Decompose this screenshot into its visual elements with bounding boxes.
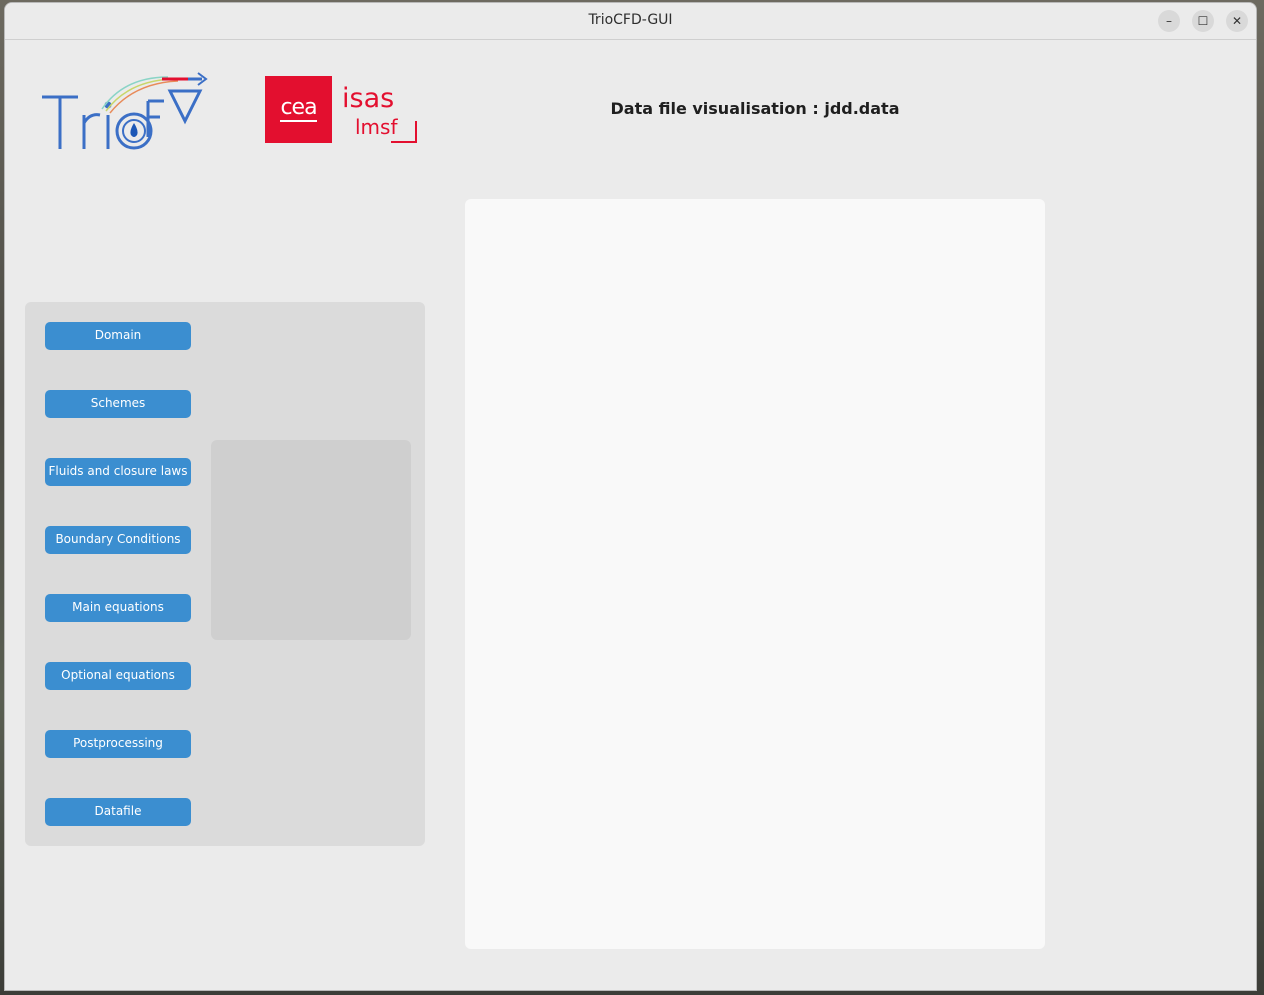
cea-logo-text: cea <box>280 95 318 122</box>
triocfd-logo <box>42 72 208 150</box>
lmsf-logo-bracket <box>391 121 417 143</box>
postprocessing-button[interactable]: Postprocessing <box>45 730 191 758</box>
app-window: TrioCFD-GUI – ☐ ✕ cea isas lmsf Data fil… <box>4 2 1257 991</box>
cea-logo: cea <box>265 76 332 143</box>
domain-button[interactable]: Domain <box>45 322 191 350</box>
window-title: TrioCFD-GUI <box>588 12 673 28</box>
page-title: Data file visualisation : jdd.data <box>610 99 900 118</box>
close-icon[interactable]: ✕ <box>1226 10 1248 32</box>
optional-equations-button[interactable]: Optional equations <box>45 662 191 690</box>
navigation-panel: Domain Schemes Fluids and closure laws B… <box>25 302 425 846</box>
datafile-button[interactable]: Datafile <box>45 798 191 826</box>
boundary-conditions-button[interactable]: Boundary Conditions <box>45 526 191 554</box>
fluids-closure-laws-button[interactable]: Fluids and closure laws <box>45 458 191 486</box>
main-equations-button[interactable]: Main equations <box>45 594 191 622</box>
options-subpanel <box>211 440 411 640</box>
schemes-button[interactable]: Schemes <box>45 390 191 418</box>
minimize-icon[interactable]: – <box>1158 10 1180 32</box>
title-bar[interactable]: TrioCFD-GUI – ☐ ✕ <box>5 3 1256 40</box>
isas-logo-text: isas <box>342 83 395 114</box>
maximize-icon[interactable]: ☐ <box>1192 10 1214 32</box>
datafile-viewer[interactable] <box>465 199 1045 949</box>
